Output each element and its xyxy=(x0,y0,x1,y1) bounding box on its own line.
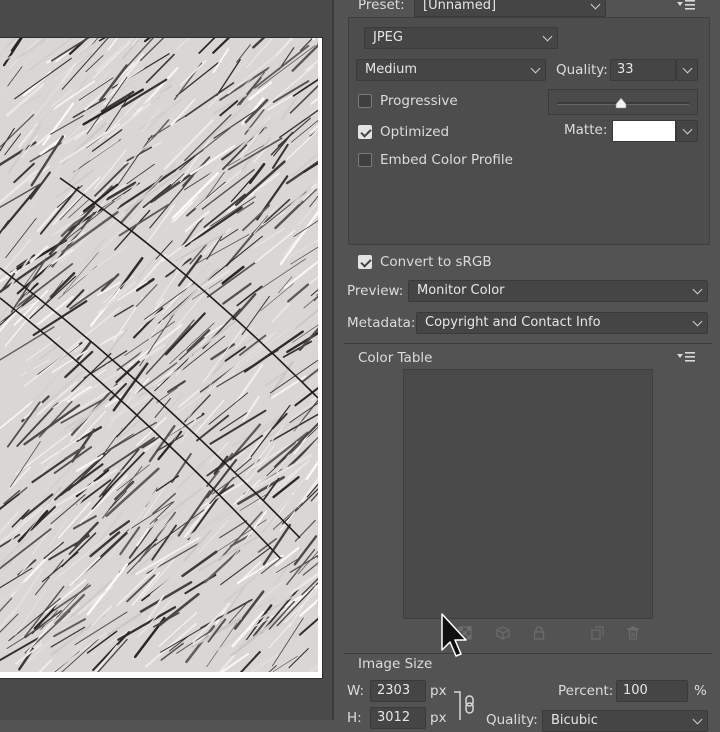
preset-value: [Unnamed] xyxy=(423,0,497,13)
preview-label: Preview: xyxy=(347,283,404,299)
chevron-down-icon xyxy=(692,284,703,295)
resample-quality-value: Bicubic xyxy=(551,713,598,728)
chevron-down-icon xyxy=(682,124,693,135)
chevron-down-icon xyxy=(530,63,541,74)
image-size-title: Image Size xyxy=(358,656,433,672)
quality-slider-thumb[interactable] xyxy=(615,97,627,109)
new-color-icon[interactable] xyxy=(590,626,604,640)
resample-quality-dropdown[interactable]: Bicubic xyxy=(542,710,708,732)
resample-quality-label: Quality: xyxy=(486,712,538,728)
color-table-grid[interactable] xyxy=(403,369,653,619)
file-format-value: JPEG xyxy=(373,30,403,45)
width-unit: px xyxy=(430,683,447,699)
convert-srgb-checkbox[interactable] xyxy=(358,255,372,269)
fur-texture xyxy=(0,38,318,672)
quality-slider-popup xyxy=(548,89,698,115)
image-preview-frame[interactable] xyxy=(0,37,323,679)
mouse-cursor-icon xyxy=(441,613,467,657)
height-unit: px xyxy=(430,710,447,726)
optimized-label: Optimized xyxy=(380,124,450,140)
preset-dropdown[interactable]: [Unnamed] xyxy=(414,0,606,17)
width-input[interactable]: 2303 xyxy=(370,680,426,702)
percent-label: Percent: xyxy=(558,683,614,699)
metadata-value: Copyright and Contact Info xyxy=(425,315,601,330)
panel-menu-icon[interactable] xyxy=(677,0,695,12)
chevron-down-icon xyxy=(590,0,601,10)
progressive-checkbox[interactable] xyxy=(358,94,372,108)
height-label: H: xyxy=(347,710,362,726)
convert-srgb-label: Convert to sRGB xyxy=(380,254,492,270)
embed-color-profile-checkbox[interactable] xyxy=(358,153,372,167)
chevron-down-icon xyxy=(542,31,553,42)
percent-unit: % xyxy=(694,683,707,699)
preset-label: Preset: xyxy=(358,0,405,13)
compression-quality-value: Medium xyxy=(365,62,417,77)
chevron-down-icon xyxy=(692,316,703,327)
link-chain-icon[interactable] xyxy=(452,688,482,720)
quality-label: Quality: xyxy=(556,62,608,78)
web-snap-icon[interactable] xyxy=(496,626,510,640)
percent-input[interactable]: 100 xyxy=(616,680,688,702)
checkmark-icon xyxy=(360,126,372,138)
metadata-dropdown[interactable]: Copyright and Contact Info xyxy=(416,312,708,334)
trash-icon[interactable] xyxy=(626,626,640,640)
metadata-label: Metadata: xyxy=(347,315,416,331)
quality-dropdown-button[interactable] xyxy=(676,59,698,81)
embed-color-profile-label: Embed Color Profile xyxy=(380,152,513,168)
chevron-down-icon xyxy=(682,63,693,74)
matte-label: Matte: xyxy=(564,122,608,138)
quality-input[interactable]: 33 xyxy=(610,59,676,81)
compression-quality-dropdown[interactable]: Medium xyxy=(356,59,546,81)
optimize-settings-panel: Preset: [Unnamed] JPEG Medium Quality: 3… xyxy=(334,0,720,732)
panel-menu-icon[interactable] xyxy=(677,352,695,364)
lock-color-icon[interactable] xyxy=(532,626,546,640)
matte-dropdown-button[interactable] xyxy=(676,120,698,142)
image-preview-area xyxy=(0,0,332,720)
checkmark-icon xyxy=(360,256,372,268)
progressive-label: Progressive xyxy=(380,93,458,109)
file-format-dropdown[interactable]: JPEG xyxy=(364,27,558,49)
optimized-checkbox[interactable] xyxy=(358,125,372,139)
matte-color-swatch[interactable] xyxy=(612,120,676,142)
preview-value: Monitor Color xyxy=(417,283,505,298)
preview-dropdown[interactable]: Monitor Color xyxy=(408,280,708,302)
preview-image xyxy=(0,38,318,672)
height-input[interactable]: 3012 xyxy=(370,707,426,729)
color-table-title: Color Table xyxy=(358,350,433,366)
width-label: W: xyxy=(347,683,365,699)
